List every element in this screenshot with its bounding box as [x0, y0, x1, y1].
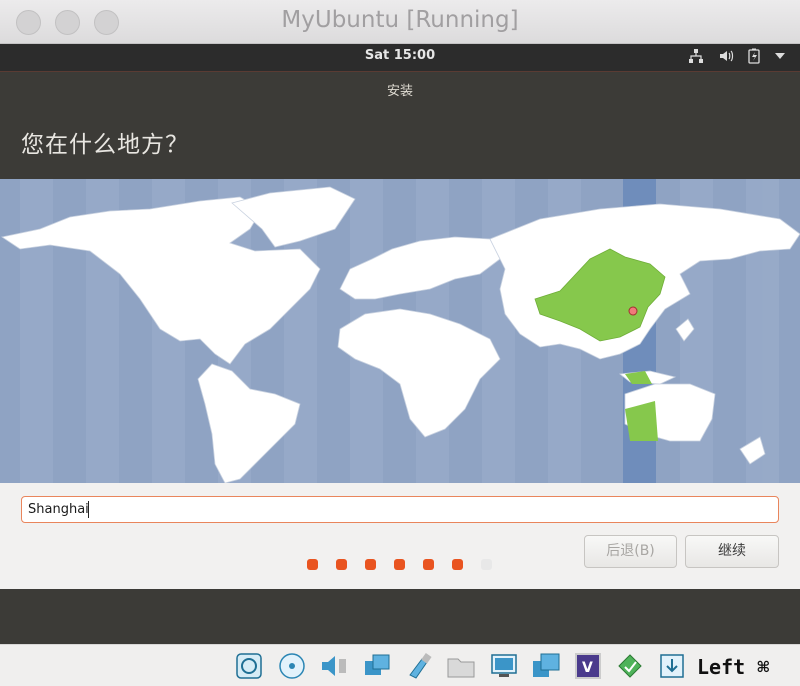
step-dot	[394, 559, 405, 570]
installer-header: 安装 您在什么地方？	[0, 71, 800, 179]
menu-arrow-icon[interactable]	[774, 52, 786, 60]
window-title: MyUbuntu [Running]	[281, 7, 519, 33]
step-dot	[452, 559, 463, 570]
installer-footer	[0, 589, 800, 644]
host-key-label: Left ⌘	[697, 655, 770, 679]
panel-clock[interactable]: Sat 15:00	[0, 48, 800, 63]
capture-icon[interactable]	[531, 651, 561, 681]
step-indicator	[307, 559, 492, 570]
step-dot	[481, 559, 492, 570]
page-title: 您在什么地方？	[21, 132, 189, 158]
virtualbox-statusbar: V Left ⌘	[0, 644, 800, 686]
volume-icon[interactable]	[718, 48, 734, 64]
virtualbox-icon[interactable]: V	[573, 651, 603, 681]
step-dot	[307, 559, 318, 570]
installer-title: 安装	[386, 84, 413, 99]
network-adapter-icon[interactable]	[362, 651, 392, 681]
svg-text:V: V	[582, 660, 593, 676]
step-dot	[336, 559, 347, 570]
timezone-map[interactable]	[0, 179, 800, 483]
location-input[interactable]	[21, 496, 779, 523]
step-dot	[423, 559, 434, 570]
step-dot	[365, 559, 376, 570]
display-icon[interactable]	[489, 651, 519, 681]
audio-icon[interactable]	[319, 651, 349, 681]
keyboard-capture-icon[interactable]	[657, 651, 687, 681]
back-button[interactable]: 后退(B)	[584, 535, 677, 568]
mouse-integration-icon[interactable]	[615, 651, 645, 681]
location-pin-icon	[628, 306, 638, 316]
shared-folders-icon[interactable]	[446, 651, 476, 681]
hard-disk-icon[interactable]	[234, 651, 264, 681]
window-titlebar: MyUbuntu [Running]	[0, 0, 800, 44]
continue-button[interactable]: 继续	[685, 535, 779, 568]
battery-icon[interactable]	[748, 48, 760, 64]
ubuntu-top-panel: Sat 15:00	[0, 44, 800, 71]
text-caret	[88, 501, 89, 518]
usb-icon[interactable]	[404, 651, 434, 681]
optical-drive-icon[interactable]	[277, 651, 307, 681]
network-icon[interactable]	[688, 48, 704, 64]
system-tray[interactable]	[688, 48, 786, 64]
